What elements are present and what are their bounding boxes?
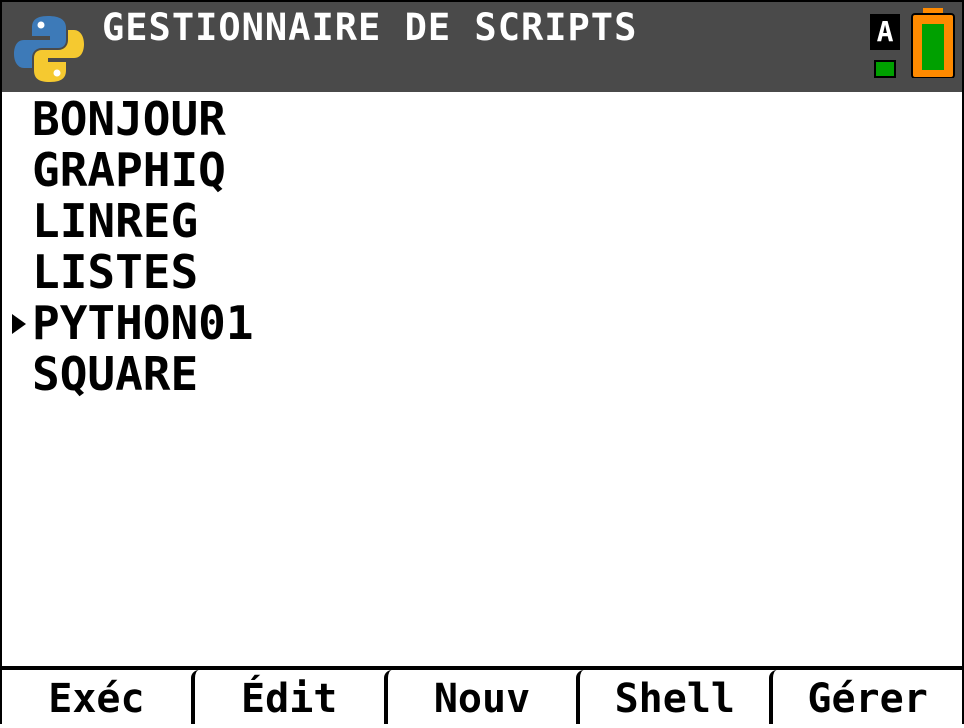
page-title: GESTIONNAIRE DE SCRIPTS	[102, 6, 638, 49]
script-item-listes[interactable]: LISTES	[2, 247, 962, 298]
busy-indicator	[874, 60, 896, 78]
script-name: LINREG	[32, 194, 199, 248]
script-item-linreg[interactable]: LINREG	[2, 196, 962, 247]
softkey-exec[interactable]: Exéc	[2, 670, 191, 724]
script-name: GRAPHIQ	[32, 143, 226, 197]
alpha-mode-indicator: A	[870, 14, 900, 50]
softkey-bar: Exéc Édit Nouv Shell Gérer	[2, 666, 962, 728]
script-item-python01[interactable]: PYTHON01	[2, 298, 962, 349]
softkey-edit[interactable]: Édit	[190, 670, 384, 724]
title-bar: GESTIONNAIRE DE SCRIPTS A	[2, 2, 962, 92]
calculator-screen: GESTIONNAIRE DE SCRIPTS A BONJOUR GRAPHI…	[0, 0, 964, 728]
battery-icon	[911, 8, 955, 78]
script-item-bonjour[interactable]: BONJOUR	[2, 94, 962, 145]
script-name: PYTHON01	[32, 296, 254, 350]
script-name: LISTES	[32, 245, 199, 299]
softkey-shell[interactable]: Shell	[576, 670, 769, 724]
script-name: SQUARE	[32, 347, 199, 401]
softkey-manage[interactable]: Gérer	[769, 670, 962, 724]
softkey-new[interactable]: Nouv	[383, 670, 577, 724]
python-logo-icon	[14, 16, 84, 82]
selection-cursor-icon	[12, 314, 26, 334]
script-item-graphiq[interactable]: GRAPHIQ	[2, 145, 962, 196]
script-list: BONJOUR GRAPHIQ LINREG LISTES PYTHON01 S…	[2, 94, 962, 400]
script-item-square[interactable]: SQUARE	[2, 349, 962, 400]
script-name: BONJOUR	[32, 92, 226, 146]
